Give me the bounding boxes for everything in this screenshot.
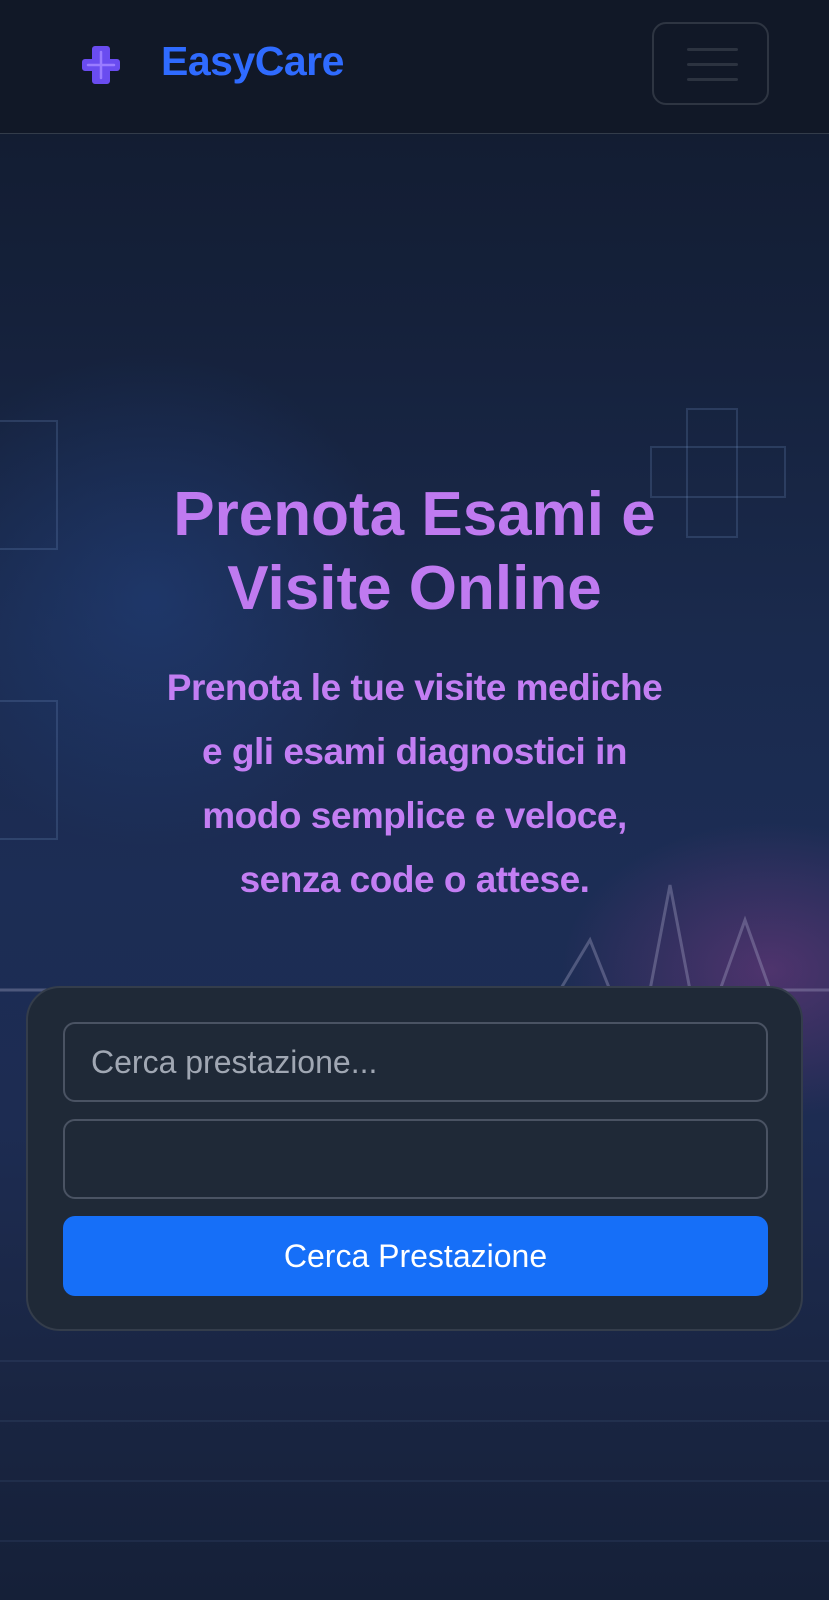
floor-line-decoration bbox=[0, 1420, 829, 1422]
brand-name[interactable]: EasyCare bbox=[161, 38, 344, 85]
search-button[interactable]: Cerca Prestazione bbox=[63, 1216, 768, 1296]
search-card: Cerca Prestazione bbox=[26, 986, 803, 1331]
hero-subtitle-line: senza code o attese. bbox=[239, 859, 590, 900]
hero-subtitle-line: modo semplice e veloce, bbox=[202, 795, 627, 836]
background-cross-decoration bbox=[0, 420, 58, 550]
hero-title-line: Visite Online bbox=[227, 554, 602, 623]
hamburger-menu-button[interactable] bbox=[652, 22, 769, 105]
floor-line-decoration bbox=[0, 1480, 829, 1482]
hero-title-line: Prenota Esami e bbox=[173, 480, 656, 549]
navbar: EasyCare bbox=[0, 0, 829, 134]
service-search-input[interactable] bbox=[63, 1022, 768, 1102]
floor-line-decoration bbox=[0, 1360, 829, 1362]
hero-title: Prenota Esami e Visite Online bbox=[60, 478, 769, 626]
location-input[interactable] bbox=[63, 1119, 768, 1199]
background-cross-decoration bbox=[0, 700, 58, 840]
hero-subtitle-line: Prenota le tue visite mediche bbox=[166, 667, 663, 708]
page: EasyCare Prenota Esami e Visite Online P… bbox=[0, 0, 829, 1600]
hero-subtitle-line: e gli esami diagnostici in bbox=[202, 731, 627, 772]
floor-line-decoration bbox=[0, 1540, 829, 1542]
medical-cross-icon[interactable] bbox=[80, 44, 122, 86]
hero-subtitle: Prenota le tue visite mediche e gli esam… bbox=[90, 656, 739, 912]
